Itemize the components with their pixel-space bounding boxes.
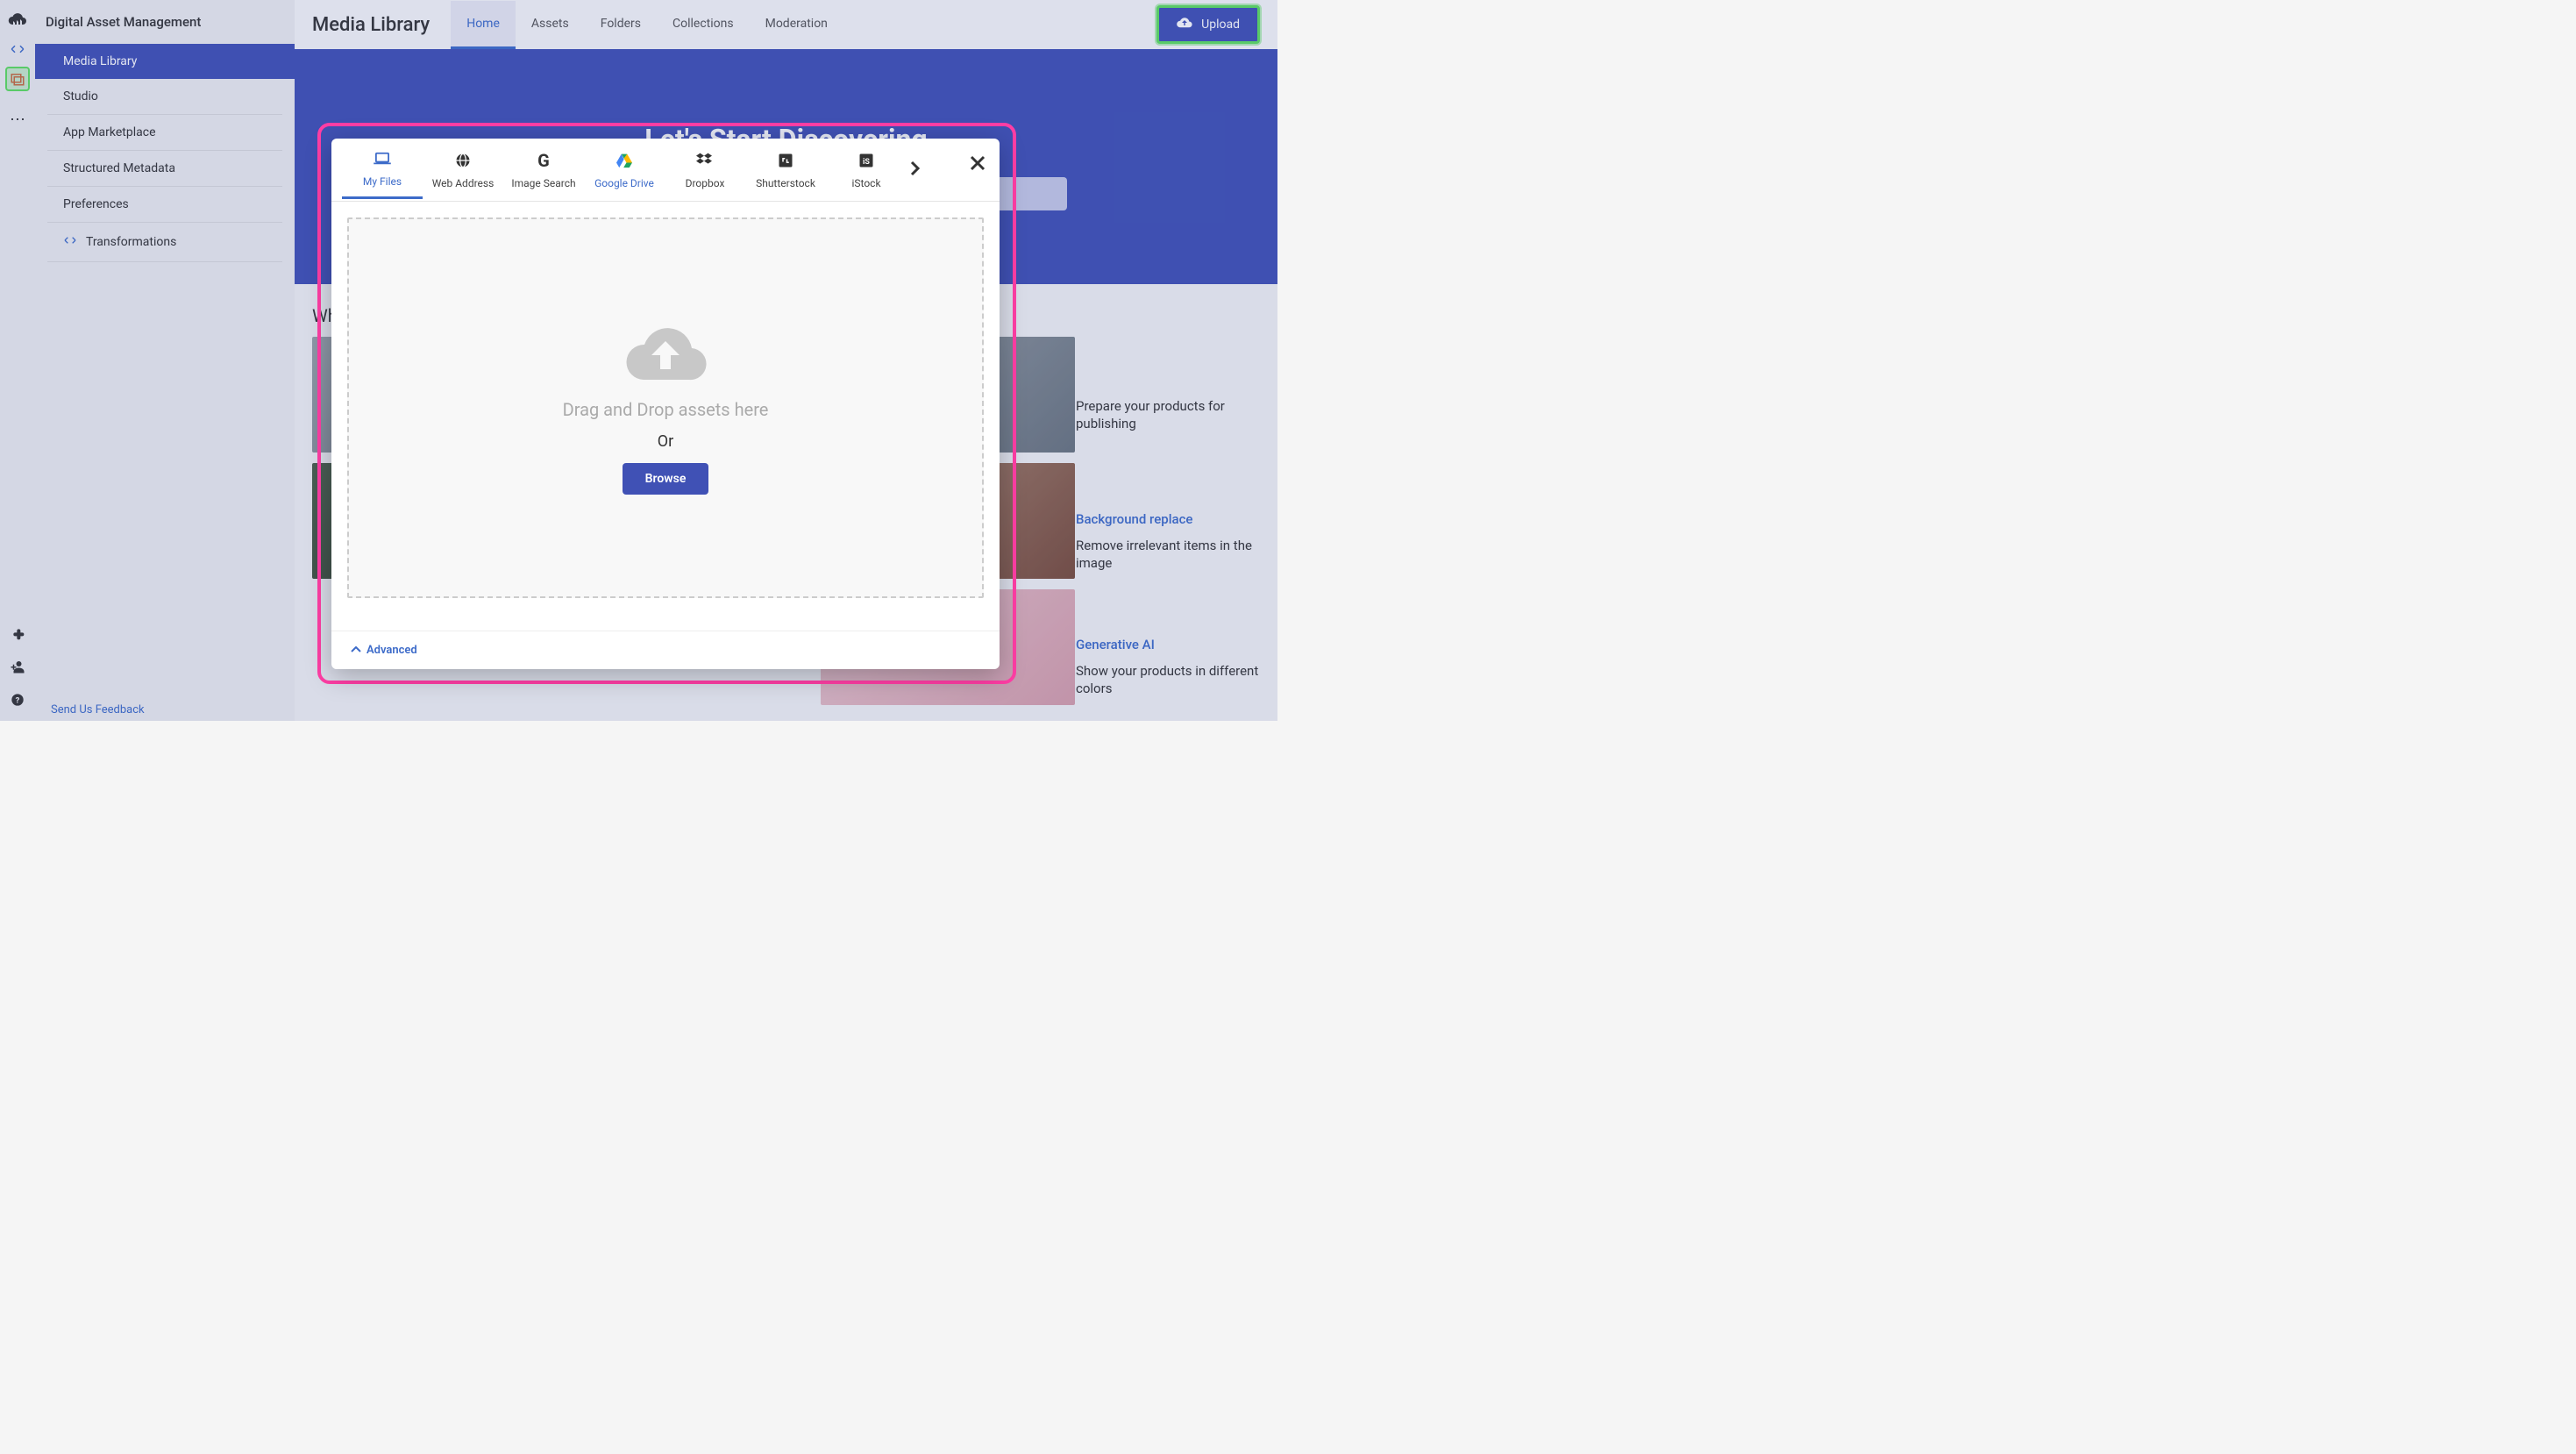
- sidebar-item-studio[interactable]: Studio: [47, 79, 282, 115]
- upload-source-tabs: My Files Web Address G Image Search Goog…: [331, 139, 1000, 202]
- upload-tab-label: Shutterstock: [756, 177, 815, 189]
- shutterstock-icon: [778, 151, 793, 170]
- info-desc: Remove irrelevant items in the image: [1076, 538, 1277, 572]
- page-title: Media Library: [312, 14, 430, 36]
- upload-tab-image-search[interactable]: G Image Search: [503, 142, 584, 198]
- icon-rail: ⋯ ?: [0, 0, 35, 721]
- sidebar-item-transformations[interactable]: Transformations: [47, 223, 282, 262]
- advanced-toggle[interactable]: Advanced: [351, 644, 980, 657]
- upload-tab-google-drive[interactable]: Google Drive: [584, 142, 665, 198]
- cloud-upload-icon: [1177, 17, 1192, 32]
- cloudinary-logo-icon[interactable]: [5, 7, 30, 32]
- addons-icon[interactable]: [5, 621, 30, 645]
- upload-tab-istock[interactable]: iS iStock: [826, 142, 907, 198]
- sidebar-item-app-marketplace[interactable]: App Marketplace: [47, 115, 282, 151]
- info-desc: Prepare your products for publishing: [1076, 398, 1277, 432]
- svg-text:?: ?: [16, 695, 20, 705]
- sidebar-item-structured-metadata[interactable]: Structured Metadata: [47, 151, 282, 187]
- topbar-tabs: Home Assets Folders Collections Moderati…: [451, 1, 843, 49]
- advanced-label: Advanced: [366, 644, 417, 657]
- media-library-rail-icon[interactable]: [5, 67, 30, 91]
- upload-tab-label: Web Address: [432, 177, 495, 189]
- chevron-up-icon: [351, 644, 361, 657]
- upload-tab-label: Google Drive: [594, 177, 654, 189]
- tab-home[interactable]: Home: [451, 1, 516, 49]
- tab-folders[interactable]: Folders: [585, 1, 657, 49]
- info-desc: Show your products in different colors: [1076, 663, 1277, 697]
- drop-zone-or: Or: [658, 432, 673, 451]
- upload-tab-dropbox[interactable]: Dropbox: [665, 142, 745, 198]
- upload-button-label: Upload: [1201, 18, 1240, 32]
- send-feedback-link[interactable]: Send Us Feedback: [51, 703, 145, 716]
- upload-tab-shutterstock[interactable]: Shutterstock: [745, 142, 826, 198]
- info-header-link[interactable]: Background replace: [1076, 511, 1277, 527]
- tab-assets[interactable]: Assets: [516, 1, 585, 49]
- upload-body: Drag and Drop assets here Or Browse: [331, 202, 1000, 631]
- right-info-list: Prepare your products for publishing Bac…: [1076, 398, 1277, 697]
- google-drive-icon: [616, 151, 633, 170]
- upload-tabs-next-button[interactable]: [910, 160, 921, 181]
- transformations-icon: [63, 233, 77, 251]
- cloud-upload-large-icon: [622, 322, 709, 387]
- sidebar: Digital Asset Management Media Library S…: [35, 0, 295, 721]
- drop-zone-text: Drag and Drop assets here: [563, 399, 769, 420]
- upload-widget: My Files Web Address G Image Search Goog…: [331, 139, 1000, 669]
- upload-footer: Advanced: [331, 631, 1000, 669]
- sidebar-item-label: Transformations: [86, 235, 176, 249]
- browse-button[interactable]: Browse: [623, 463, 709, 495]
- svg-text:iS: iS: [863, 157, 870, 166]
- google-icon: G: [537, 151, 550, 170]
- sidebar-item-media-library[interactable]: Media Library: [35, 44, 295, 79]
- app-title: Digital Asset Management: [35, 0, 295, 44]
- drop-zone[interactable]: Drag and Drop assets here Or Browse: [347, 217, 984, 598]
- invite-user-icon[interactable]: [5, 654, 30, 679]
- upload-tab-label: My Files: [363, 175, 402, 188]
- programmable-media-icon[interactable]: [5, 37, 30, 61]
- upload-tab-my-files[interactable]: My Files: [342, 140, 423, 199]
- globe-icon: [454, 151, 472, 170]
- topbar: Media Library Home Assets Folders Collec…: [295, 0, 1277, 49]
- tab-moderation[interactable]: Moderation: [750, 1, 843, 49]
- istock-icon: iS: [858, 151, 874, 170]
- dropbox-icon: [696, 151, 714, 170]
- upload-tab-label: Dropbox: [686, 177, 725, 189]
- tab-collections[interactable]: Collections: [657, 1, 750, 49]
- upload-tab-label: iStock: [851, 177, 880, 189]
- help-icon[interactable]: ?: [5, 688, 30, 712]
- info-header-link[interactable]: Generative AI: [1076, 637, 1277, 652]
- close-upload-widget-button[interactable]: [970, 154, 986, 176]
- more-rail-icon[interactable]: ⋯: [5, 107, 30, 132]
- upload-button[interactable]: Upload: [1156, 5, 1260, 44]
- upload-tab-web-address[interactable]: Web Address: [423, 142, 503, 198]
- upload-tab-label: Image Search: [511, 177, 575, 189]
- sidebar-item-preferences[interactable]: Preferences: [47, 187, 282, 223]
- laptop-icon: [373, 149, 392, 168]
